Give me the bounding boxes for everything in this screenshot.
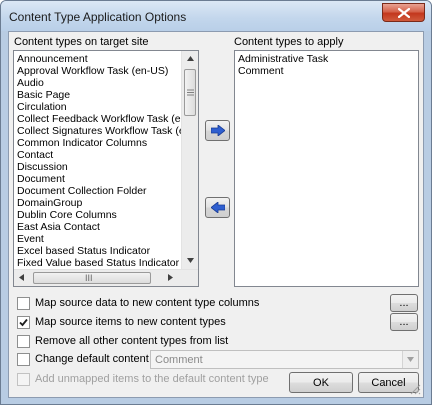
arrow-right-icon bbox=[211, 125, 225, 136]
add-unmapped-checkbox[interactable] bbox=[17, 373, 30, 386]
remove-others-checkbox[interactable] bbox=[17, 335, 30, 348]
ellipsis-label: ... bbox=[399, 297, 409, 309]
list-item[interactable]: Collect Signatures Workflow Task (en-US) bbox=[17, 125, 198, 137]
map-items-label: Map source items to new content types bbox=[35, 316, 226, 328]
list-item[interactable]: East Asia Contact bbox=[17, 221, 100, 233]
dialog-window: Content Type Application Options Content… bbox=[0, 0, 432, 405]
scroll-right-arrow[interactable] bbox=[163, 269, 180, 286]
chevron-up-icon bbox=[187, 56, 194, 61]
ellipsis-label: ... bbox=[399, 316, 409, 328]
source-content-types-list[interactable]: Announcement Approval Workflow Task (en-U… bbox=[13, 50, 199, 287]
chevron-right-icon bbox=[168, 274, 173, 281]
list-item[interactable]: DomainGroup bbox=[17, 197, 82, 209]
resize-grip-icon[interactable] bbox=[410, 384, 421, 395]
scroll-up-arrow[interactable] bbox=[182, 51, 198, 68]
add-unmapped-label: Add unmapped items to the default conten… bbox=[35, 373, 269, 385]
title-bar[interactable]: Content Type Application Options bbox=[1, 1, 431, 31]
scroll-left-arrow[interactable] bbox=[14, 269, 31, 286]
list-item[interactable]: Event bbox=[17, 233, 44, 245]
scroll-down-arrow[interactable] bbox=[182, 253, 198, 270]
target-list-label: Content types to apply bbox=[234, 36, 344, 48]
add-to-apply-button[interactable] bbox=[205, 120, 230, 141]
map-columns-settings-button[interactable]: ... bbox=[390, 294, 418, 312]
window-title: Content Type Application Options bbox=[9, 10, 187, 24]
checkmark-icon bbox=[19, 318, 28, 327]
dialog-body: Content types on target site Announcemen… bbox=[8, 31, 424, 398]
remove-from-apply-button[interactable] bbox=[205, 197, 230, 218]
chevron-down-icon bbox=[187, 258, 194, 263]
ok-label: OK bbox=[313, 377, 329, 389]
list-item[interactable]: Dublin Core Columns bbox=[17, 209, 117, 221]
scroll-grip: III bbox=[85, 273, 93, 283]
list-item[interactable]: Approval Workflow Task (en-US) bbox=[17, 65, 168, 77]
arrow-left-icon bbox=[211, 202, 225, 213]
list-item[interactable]: Administrative Task bbox=[238, 53, 328, 65]
list-item[interactable]: Basic Page bbox=[17, 89, 70, 101]
list-item[interactable]: Excel based Status Indicator bbox=[17, 245, 150, 257]
close-icon bbox=[398, 8, 410, 18]
map-items-settings-button[interactable]: ... bbox=[390, 313, 418, 331]
list-item[interactable]: Fixed Value based Status Indicator bbox=[17, 257, 179, 269]
list-item[interactable]: Announcement bbox=[17, 53, 88, 65]
map-columns-checkbox[interactable] bbox=[17, 297, 30, 310]
close-button[interactable] bbox=[382, 3, 425, 22]
source-horizontal-scrollbar[interactable]: III bbox=[14, 269, 198, 286]
list-item[interactable]: Comment bbox=[238, 65, 284, 77]
remove-others-label: Remove all other content types from list bbox=[35, 335, 229, 347]
change-default-checkbox[interactable] bbox=[17, 353, 30, 366]
chevron-left-icon bbox=[19, 274, 24, 281]
list-item[interactable]: Contact bbox=[17, 149, 53, 161]
chevron-down-icon bbox=[407, 357, 414, 362]
map-columns-label: Map source data to new content type colu… bbox=[35, 297, 260, 309]
list-item[interactable]: Audio bbox=[17, 77, 44, 89]
vertical-scroll-thumb[interactable] bbox=[184, 69, 196, 116]
list-item[interactable]: Common Indicator Columns bbox=[17, 137, 147, 149]
list-item[interactable]: Document Collection Folder bbox=[17, 185, 147, 197]
list-item[interactable]: Document bbox=[17, 173, 65, 185]
map-items-checkbox[interactable] bbox=[17, 316, 30, 329]
source-vertical-scrollbar[interactable] bbox=[181, 51, 198, 270]
apply-content-types-list[interactable]: Administrative Task Comment bbox=[234, 50, 419, 287]
list-item[interactable]: Discussion bbox=[17, 161, 68, 173]
horizontal-scroll-thumb[interactable]: III bbox=[33, 272, 151, 284]
list-item[interactable]: Circulation bbox=[17, 101, 67, 113]
default-content-type-select[interactable]: Comment bbox=[150, 350, 419, 369]
list-item[interactable]: Collect Feedback Workflow Task (en-US) bbox=[17, 113, 198, 125]
source-list-label: Content types on target site bbox=[14, 36, 149, 48]
ok-button[interactable]: OK bbox=[289, 372, 353, 393]
default-content-type-value: Comment bbox=[155, 354, 203, 366]
dropdown-button[interactable] bbox=[402, 351, 418, 368]
